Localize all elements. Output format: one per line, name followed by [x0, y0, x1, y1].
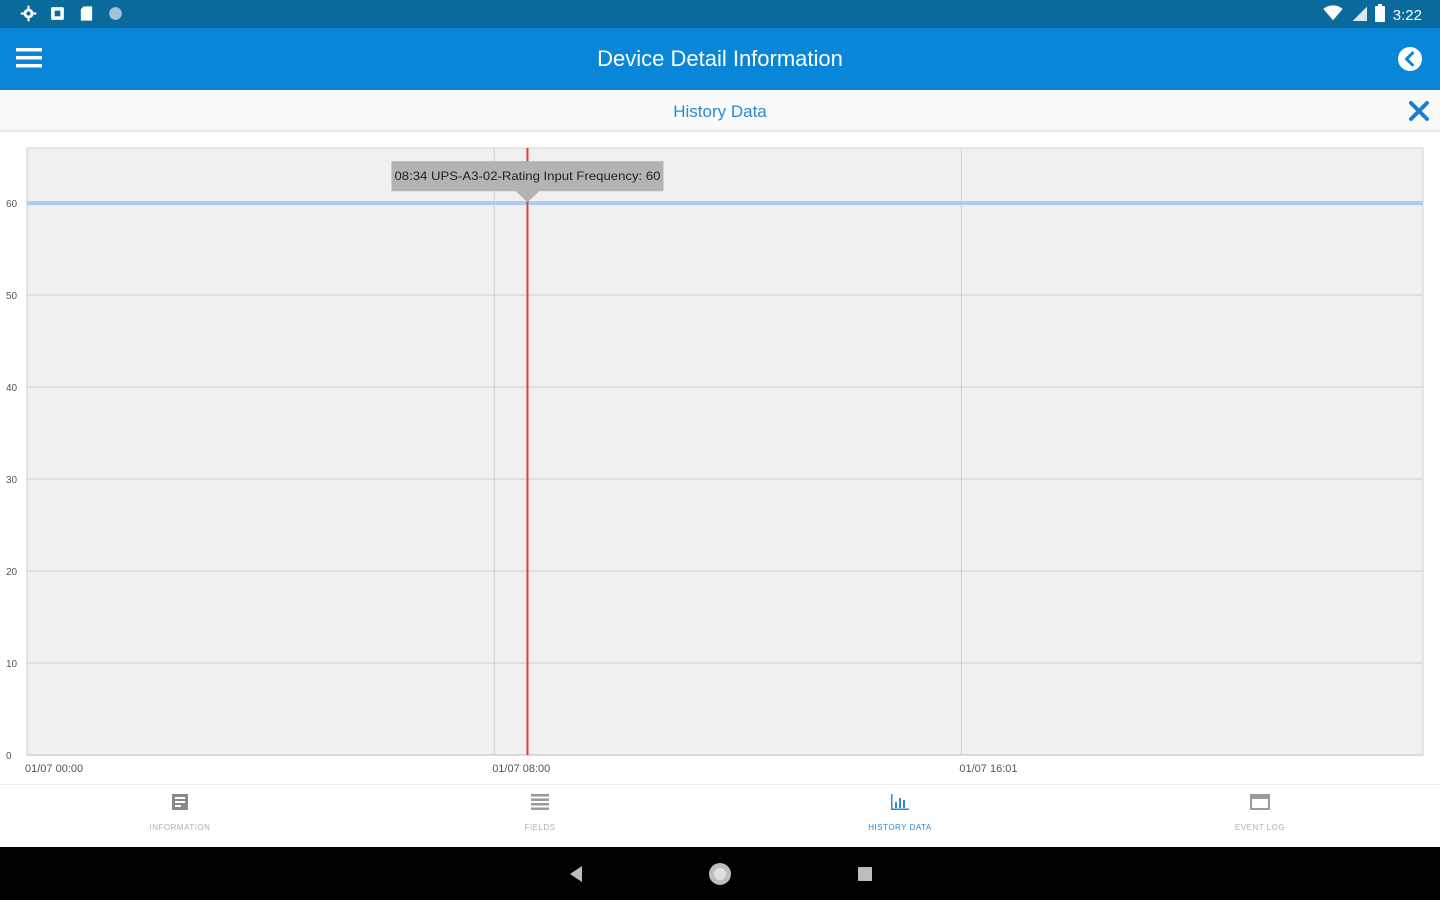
tab-information[interactable]: INFORMATION — [0, 785, 360, 847]
status-bar: 3:22 — [0, 0, 1440, 28]
bottom-nav: INFORMATION FIELDS HISTORY DATA EVENT LO… — [0, 784, 1440, 847]
sd-card-icon — [78, 5, 95, 22]
system-nav-bar — [0, 847, 1440, 900]
fields-list-icon — [530, 793, 550, 811]
x-tick-label: 01/07 16:01 — [959, 763, 1017, 775]
y-tick-label: 60 — [6, 199, 18, 210]
tab-history-data[interactable]: HISTORY DATA — [720, 785, 1080, 847]
y-tick-label: 40 — [6, 383, 18, 394]
wifi-icon — [1323, 5, 1343, 25]
status-icons-right: 3:22 — [1323, 4, 1422, 26]
y-tick-label: 0 — [6, 751, 12, 762]
page-title: Device Detail Information — [597, 46, 843, 71]
close-icon[interactable] — [1408, 100, 1430, 122]
event-log-icon — [1250, 793, 1270, 811]
history-chart-icon — [890, 793, 910, 811]
y-tick-label: 10 — [6, 659, 18, 670]
status-icons-left — [20, 5, 124, 22]
recents-square-icon[interactable] — [853, 862, 877, 886]
back-circle-icon[interactable] — [1396, 45, 1424, 73]
tab-event-log-label: EVENT LOG — [1234, 823, 1286, 832]
back-triangle-icon[interactable] — [564, 862, 588, 886]
y-tick-label: 30 — [6, 475, 18, 486]
history-chart-svg[interactable]: 0 10 20 30 40 50 60 01/07 00:00 01/07 08:00 01/07… — [0, 132, 1440, 782]
tab-fields[interactable]: FIELDS — [360, 785, 720, 847]
home-circle-icon[interactable] — [708, 862, 732, 886]
history-chart[interactable]: 0 10 20 30 40 50 60 01/07 00:00 01/07 08:00 01/07… — [0, 132, 1440, 782]
tab-fields-label: FIELDS — [524, 823, 556, 832]
tab-history-data-label: HISTORY DATA — [868, 823, 932, 832]
tab-event-log[interactable]: EVENT LOG — [1080, 785, 1440, 847]
plot-background — [27, 148, 1423, 755]
x-tick-label: 01/07 08:00 — [492, 763, 550, 775]
information-icon — [170, 793, 190, 811]
x-tick-label: 01/07 00:00 — [25, 763, 83, 775]
app-bar: Device Detail Information — [0, 28, 1440, 90]
tooltip-text: 08:34 UPS-A3-02-Rating Input Frequency: … — [394, 169, 660, 183]
battery-icon — [1374, 4, 1385, 26]
cell-signal-icon — [1351, 5, 1367, 25]
section-title: History Data — [673, 102, 767, 121]
sync-icon — [107, 5, 124, 22]
settings-icon — [20, 5, 37, 22]
y-tick-label: 20 — [6, 567, 18, 578]
sub-header: History Data — [0, 90, 1440, 132]
y-tick-label: 50 — [6, 291, 18, 302]
tab-information-label: INFORMATION — [149, 823, 211, 832]
status-time: 3:22 — [1392, 6, 1422, 24]
notification-icon — [49, 5, 66, 22]
